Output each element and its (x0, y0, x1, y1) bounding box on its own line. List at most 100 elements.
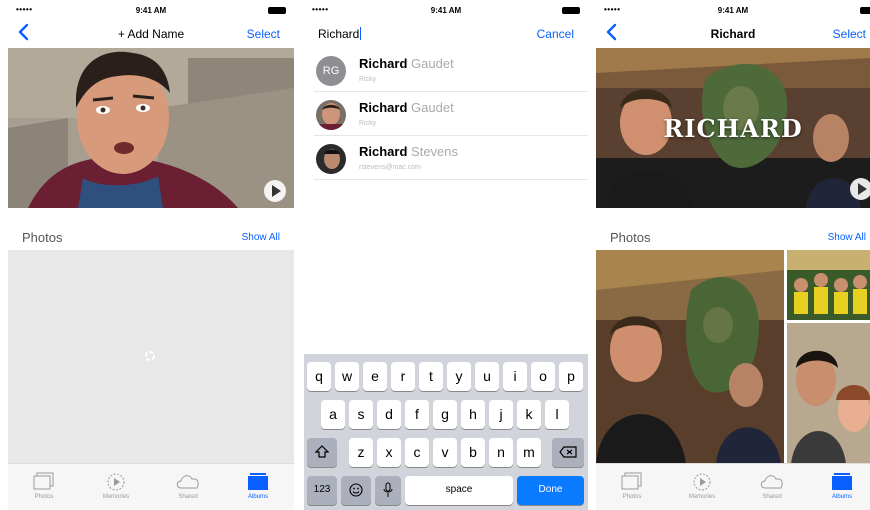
key-m[interactable]: m (517, 438, 541, 467)
play-icon[interactable] (850, 178, 870, 200)
search-result-2[interactable]: Richard Gaudet Ricky (304, 92, 588, 136)
key-d[interactable]: d (377, 400, 401, 429)
play-icon[interactable] (264, 180, 286, 202)
cloud-icon (760, 475, 783, 489)
status-time: 9:41 AM (717, 6, 749, 15)
key-b[interactable]: b (461, 438, 485, 467)
shift-icon (314, 445, 330, 458)
select-button[interactable]: Select (833, 27, 866, 41)
photos-section-title: Photos (22, 230, 63, 245)
key-q[interactable]: q (307, 362, 331, 391)
key-e[interactable]: e (363, 362, 387, 391)
avatar-face-image (316, 144, 346, 174)
key-k[interactable]: k (517, 400, 541, 429)
delete-key[interactable] (552, 438, 584, 467)
key-n[interactable]: n (489, 438, 513, 467)
search-bar: Richard Cancel (304, 20, 588, 46)
search-result-1[interactable]: RG Richard Gaudet Ricky (304, 48, 588, 92)
photo-thumbnail[interactable] (787, 323, 870, 464)
key-j[interactable]: j (489, 400, 513, 429)
tab-albums[interactable]: Albums (812, 464, 870, 510)
space-key[interactable]: space (405, 476, 513, 505)
search-query-text: Richard (318, 27, 360, 41)
avatar (316, 144, 346, 174)
key-c[interactable]: c (405, 438, 429, 467)
albums-tab-icon (832, 473, 852, 490)
status-time: 9:41 AM (135, 6, 167, 15)
key-w[interactable]: w (335, 362, 359, 391)
emoji-key[interactable] (341, 476, 371, 505)
key-a[interactable]: a (321, 400, 345, 429)
show-all-button[interactable]: Show All (242, 232, 280, 243)
tab-albums-label: Albums (831, 494, 852, 500)
key-photo[interactable]: RICHARD (596, 48, 870, 208)
key-t[interactable]: t (419, 362, 443, 391)
key-o[interactable]: o (531, 362, 555, 391)
done-key[interactable]: Done (517, 476, 584, 505)
nav-bar: + Add Name Select (8, 20, 294, 46)
microphone-icon (383, 482, 393, 497)
tab-photos[interactable]: Photos (602, 464, 662, 510)
memories-tab-icon (693, 473, 711, 491)
key-v[interactable]: v (433, 438, 457, 467)
tab-memories[interactable]: Memories (672, 464, 732, 510)
key-p[interactable]: p (559, 362, 583, 391)
photos-section-header: Photos Show All (596, 226, 870, 246)
key-u[interactable]: u (475, 362, 499, 391)
tab-albums[interactable]: Albums (228, 464, 288, 510)
key-z[interactable]: z (349, 438, 373, 467)
person-add-name-screen: ••••• 9:41 AM + Add Name Select Photos S… (8, 0, 294, 510)
dictation-key[interactable] (375, 476, 401, 505)
tab-bar: Photos Memories Shared Albums (8, 463, 294, 510)
key-y[interactable]: y (447, 362, 471, 391)
person-name-banner: RICHARD (663, 114, 803, 143)
show-all-button[interactable]: Show All (828, 232, 866, 243)
search-result-3[interactable]: Richard Stevens rstevens@mac.com (304, 136, 588, 180)
photos-tab-icon (33, 472, 54, 490)
tab-memories-label: Memories (688, 494, 716, 500)
result-first-name: Richard (359, 100, 408, 115)
battery-icon (268, 7, 286, 14)
person-title: Richard (710, 27, 756, 41)
shift-key[interactable] (307, 438, 337, 467)
select-button[interactable]: Select (247, 27, 280, 41)
numbers-key[interactable]: 123 (307, 476, 337, 505)
photos-tab-icon (621, 472, 642, 490)
tab-shared-label: Shared (762, 494, 782, 500)
result-subtitle: Ricky (359, 120, 377, 127)
photo-thumbnail[interactable] (596, 250, 784, 464)
keyboard: q w e r t y u i o p a s d f g h j k l z … (304, 354, 588, 510)
name-search-input[interactable]: Richard (318, 27, 362, 41)
status-time: 9:41 AM (430, 6, 462, 15)
status-bar: ••••• 9:41 AM (8, 4, 294, 18)
key-x[interactable]: x (377, 438, 401, 467)
tab-bar: Photos Memories Shared Albums (596, 463, 870, 510)
photo-grid (596, 250, 870, 464)
key-h[interactable]: h (461, 400, 485, 429)
name-search-screen: ••••• 9:41 AM Richard Cancel RG Richard … (304, 0, 588, 510)
cancel-button[interactable]: Cancel (537, 27, 574, 41)
avatar-initials: RG (316, 56, 346, 86)
photo-grid-images (596, 250, 870, 464)
result-first-name: Richard (359, 56, 408, 71)
result-name: Richard Stevens (359, 144, 458, 159)
photos-section-title: Photos (610, 230, 651, 245)
battery-icon (562, 7, 580, 14)
tab-shared[interactable]: Shared (742, 464, 802, 510)
status-bar: ••••• 9:41 AM (596, 4, 870, 18)
key-f[interactable]: f (405, 400, 429, 429)
memories-tab-icon (107, 473, 125, 491)
key-l[interactable]: l (545, 400, 569, 429)
key-r[interactable]: r (391, 362, 415, 391)
tab-shared[interactable]: Shared (158, 464, 218, 510)
tab-albums-label: Albums (247, 494, 268, 500)
tab-photos[interactable]: Photos (14, 464, 74, 510)
battery-icon (860, 7, 870, 14)
photo-thumbnail[interactable] (787, 250, 870, 320)
tab-memories[interactable]: Memories (86, 464, 146, 510)
key-i[interactable]: i (503, 362, 527, 391)
emoji-icon (349, 483, 363, 497)
key-photo[interactable] (8, 48, 294, 208)
key-s[interactable]: s (349, 400, 373, 429)
key-g[interactable]: g (433, 400, 457, 429)
